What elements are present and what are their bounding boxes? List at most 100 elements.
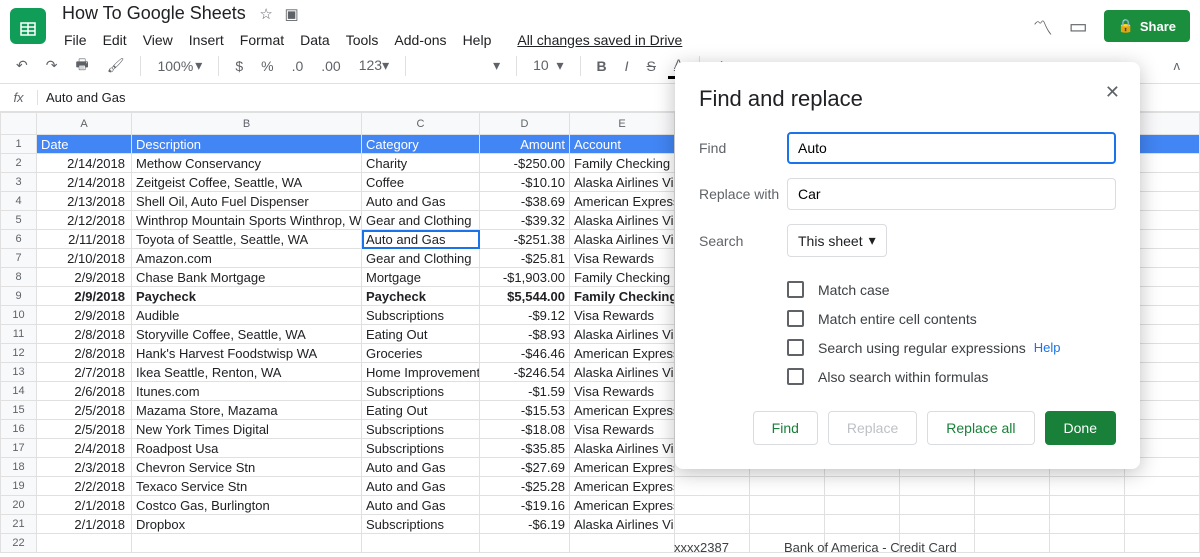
cell[interactable]: Subscriptions (362, 439, 480, 458)
cell[interactable]: Alaska Airlines Visa (570, 363, 675, 382)
cell[interactable]: -$251.38 (480, 230, 570, 249)
cell[interactable]: Auto and Gas (362, 496, 480, 515)
row-header[interactable]: 2 (1, 154, 37, 173)
cell[interactable]: Mazama Store, Mazama (132, 401, 362, 420)
regex-checkbox[interactable] (787, 339, 804, 356)
cell[interactable]: 2/5/2018 (37, 420, 132, 439)
cell[interactable]: Auto and Gas (362, 230, 480, 249)
cell[interactable]: Visa Rewards (570, 420, 675, 439)
cell[interactable]: American Express (570, 458, 675, 477)
row-header[interactable]: 18 (1, 458, 37, 477)
match-entire-checkbox[interactable] (787, 310, 804, 327)
cell[interactable] (675, 515, 750, 534)
cell[interactable]: -$18.08 (480, 420, 570, 439)
col-header[interactable]: D (480, 113, 570, 135)
row-header[interactable]: 12 (1, 344, 37, 363)
currency-icon[interactable]: $ (229, 54, 249, 78)
row-header[interactable]: 16 (1, 420, 37, 439)
cell[interactable] (825, 477, 900, 496)
cell[interactable]: Shell Oil, Auto Fuel Dispenser (132, 192, 362, 211)
font-select[interactable]: ▾ (416, 53, 506, 78)
cell[interactable]: 2/8/2018 (37, 344, 132, 363)
cell[interactable]: Amazon.com (132, 249, 362, 268)
cell[interactable]: 2/3/2018 (37, 458, 132, 477)
cell[interactable] (975, 515, 1050, 534)
cell[interactable]: Itunes.com (132, 382, 362, 401)
cell[interactable]: New York Times Digital (132, 420, 362, 439)
cell[interactable]: -$10.10 (480, 173, 570, 192)
cell[interactable]: $5,544.00 (480, 287, 570, 306)
italic-icon[interactable]: I (619, 54, 635, 78)
cell[interactable] (975, 477, 1050, 496)
cell[interactable]: Subscriptions (362, 420, 480, 439)
col-header[interactable]: E (570, 113, 675, 135)
cell[interactable] (825, 515, 900, 534)
cell[interactable]: Auto and Gas (362, 192, 480, 211)
cell[interactable]: Storyville Coffee, Seattle, WA (132, 325, 362, 344)
cell[interactable]: 2/6/2018 (37, 382, 132, 401)
sheets-logo[interactable] (10, 8, 46, 44)
cell[interactable]: -$35.85 (480, 439, 570, 458)
header-cell[interactable]: Amount (480, 135, 570, 154)
done-button[interactable]: Done (1045, 411, 1116, 445)
cell[interactable] (675, 496, 750, 515)
print-icon[interactable]: 🖶 (69, 50, 94, 82)
cell[interactable]: Subscriptions (362, 306, 480, 325)
cell[interactable]: Chevron Service Stn (132, 458, 362, 477)
cell[interactable] (900, 477, 975, 496)
cell[interactable]: Visa Rewards (570, 306, 675, 325)
menu-format[interactable]: Format (232, 28, 292, 52)
cell[interactable]: 2/13/2018 (37, 192, 132, 211)
share-button[interactable]: 🔒 Share (1104, 10, 1190, 42)
comments-icon[interactable]: ▭ (1069, 14, 1088, 39)
cell[interactable] (750, 515, 825, 534)
cell[interactable] (750, 496, 825, 515)
cell[interactable] (1050, 515, 1125, 534)
formula-input[interactable]: Auto and Gas (38, 90, 134, 105)
cell[interactable] (1050, 496, 1125, 515)
strike-icon[interactable]: S (641, 54, 662, 78)
replace-all-button[interactable]: Replace all (927, 411, 1034, 445)
col-header[interactable]: B (132, 113, 362, 135)
cell[interactable]: -$15.53 (480, 401, 570, 420)
cell[interactable]: Ikea Seattle, Renton, WA (132, 363, 362, 382)
cell[interactable]: 2/4/2018 (37, 439, 132, 458)
redo-icon[interactable]: ↷ (40, 53, 64, 78)
cell[interactable]: -$39.32 (480, 211, 570, 230)
cell[interactable]: Hank's Harvest Foodstwisp WA (132, 344, 362, 363)
percent-icon[interactable]: % (255, 54, 279, 78)
trend-icon[interactable]: 〽 (1033, 12, 1053, 41)
cell[interactable]: Family Checking (570, 268, 675, 287)
cell[interactable]: -$19.16 (480, 496, 570, 515)
cell[interactable]: Paycheck (362, 287, 480, 306)
cell[interactable]: Eating Out (362, 325, 480, 344)
cell[interactable]: American Express (570, 496, 675, 515)
cell[interactable]: Alaska Airlines Visa (570, 173, 675, 192)
cell[interactable]: 2/9/2018 (37, 306, 132, 325)
collapse-toolbar-icon[interactable]: ʌ (1174, 58, 1181, 73)
cell[interactable]: Winthrop Mountain Sports Winthrop, WA (132, 211, 362, 230)
close-icon[interactable]: ✕ (1105, 82, 1120, 103)
row-header[interactable]: 9 (1, 287, 37, 306)
menu-insert[interactable]: Insert (181, 28, 232, 52)
cell[interactable]: 2/8/2018 (37, 325, 132, 344)
paint-format-icon[interactable]: 🖌 (101, 53, 131, 78)
row-header[interactable]: 21 (1, 515, 37, 534)
cell[interactable]: -$27.69 (480, 458, 570, 477)
cell[interactable]: Texaco Service Stn (132, 477, 362, 496)
menu-tools[interactable]: Tools (338, 28, 387, 52)
cell[interactable]: Alaska Airlines Visa (570, 515, 675, 534)
move-folder-icon[interactable]: ▣ (284, 5, 298, 23)
cell[interactable]: Charity (362, 154, 480, 173)
cell[interactable]: Dropbox (132, 515, 362, 534)
cell[interactable] (900, 515, 975, 534)
cell[interactable]: Visa Rewards (570, 249, 675, 268)
menu-data[interactable]: Data (292, 28, 338, 52)
cell[interactable]: Gear and Clothing (362, 211, 480, 230)
cell[interactable]: 2/7/2018 (37, 363, 132, 382)
cell[interactable]: 2/2/2018 (37, 477, 132, 496)
row-header[interactable]: 14 (1, 382, 37, 401)
cell[interactable]: 2/9/2018 (37, 287, 132, 306)
cell[interactable]: Audible (132, 306, 362, 325)
find-input[interactable] (787, 132, 1116, 164)
